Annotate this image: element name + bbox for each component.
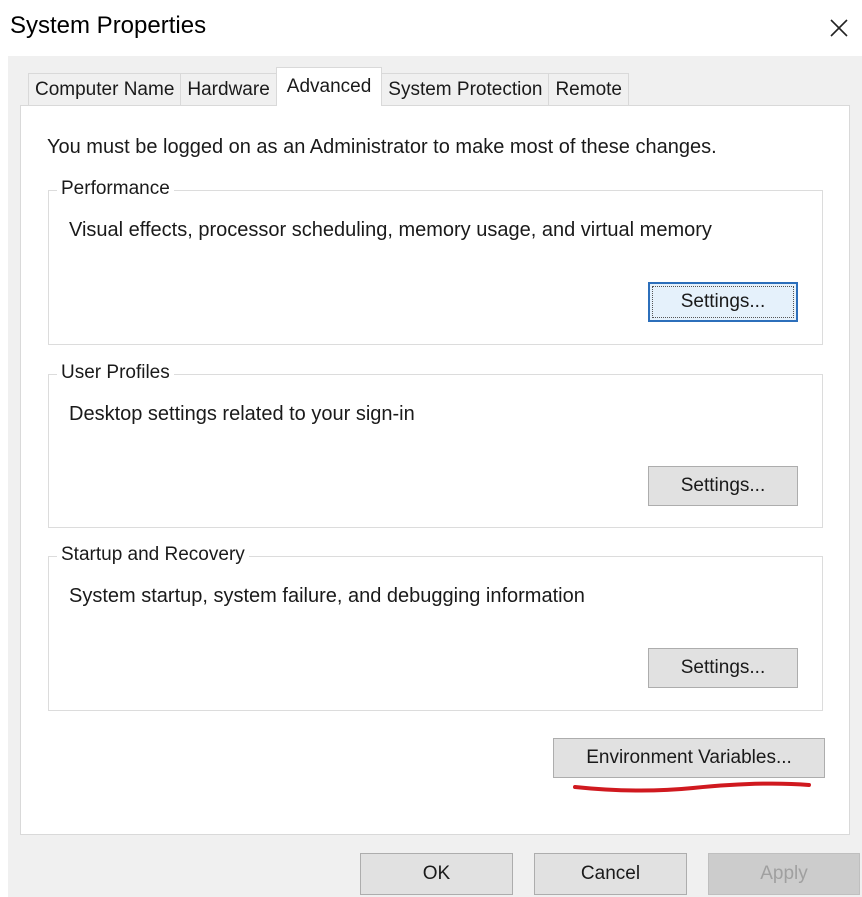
tab-system-protection[interactable]: System Protection: [381, 73, 550, 106]
tab-hardware[interactable]: Hardware: [180, 73, 277, 106]
ok-button[interactable]: OK: [360, 853, 513, 895]
tab-advanced[interactable]: Advanced: [275, 67, 383, 106]
tab-remote[interactable]: Remote: [548, 73, 629, 106]
close-icon: [830, 19, 848, 37]
performance-settings-label: Settings...: [680, 291, 766, 312]
performance-label: Performance: [57, 178, 174, 200]
window-title: System Properties: [10, 12, 207, 39]
environment-variables-button[interactable]: Environment Variables...: [553, 738, 825, 778]
cancel-button[interactable]: Cancel: [534, 853, 687, 895]
user-profiles-label: User Profiles: [57, 362, 174, 384]
startup-recovery-label: Startup and Recovery: [57, 544, 249, 566]
system-properties-window: System Properties Computer Name Hardware…: [8, 0, 862, 897]
startup-recovery-settings-label: Settings...: [680, 657, 766, 678]
red-annotation-underline: [573, 781, 811, 793]
tab-strip: Computer Name Hardware Advanced System P…: [28, 67, 629, 106]
user-profiles-settings-label: Settings...: [680, 475, 766, 496]
apply-button[interactable]: Apply: [708, 853, 860, 895]
cancel-label: Cancel: [580, 863, 641, 884]
apply-label: Apply: [760, 863, 808, 884]
user-profiles-settings-button[interactable]: Settings...: [648, 466, 798, 506]
close-button[interactable]: [816, 0, 862, 56]
user-profiles-description: Desktop settings related to your sign-in: [69, 403, 415, 425]
admin-notice: You must be logged on as an Administrato…: [47, 136, 717, 158]
tab-computer-name[interactable]: Computer Name: [28, 73, 182, 106]
startup-recovery-description: System startup, system failure, and debu…: [69, 585, 585, 607]
startup-recovery-settings-button[interactable]: Settings...: [648, 648, 798, 688]
performance-description: Visual effects, processor scheduling, me…: [69, 219, 712, 241]
title-bar[interactable]: System Properties: [8, 0, 862, 56]
ok-label: OK: [422, 863, 451, 884]
environment-variables-label: Environment Variables...: [586, 747, 792, 768]
performance-settings-button[interactable]: Settings...: [648, 282, 798, 322]
